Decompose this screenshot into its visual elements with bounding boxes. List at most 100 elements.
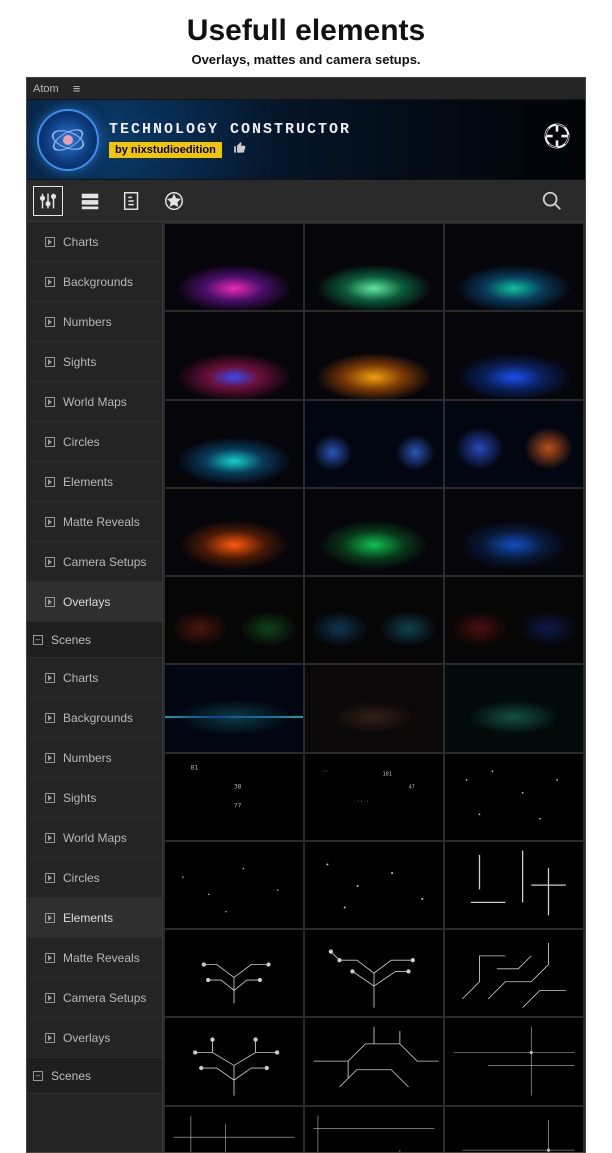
- sidebar-group-scenes[interactable]: –Scenes: [27, 622, 162, 658]
- svg-text:47: 47: [409, 784, 415, 790]
- thumbnail[interactable]: [165, 1018, 303, 1104]
- play-icon: [45, 913, 55, 923]
- thumbnail[interactable]: [445, 842, 583, 928]
- sidebar-item-overlays[interactable]: Overlays: [27, 582, 162, 622]
- hamburger-icon[interactable]: ≡: [73, 81, 81, 96]
- banner-title: TECHNOLOGY CONSTRUCTOR: [109, 121, 351, 138]
- thumbnail[interactable]: [445, 489, 583, 575]
- thumbnail[interactable]: [445, 754, 583, 840]
- thumbnail[interactable]: B13877: [165, 754, 303, 840]
- play-icon: [45, 1033, 55, 1043]
- play-icon: [45, 277, 55, 287]
- sidebar-item-circles[interactable]: Circles: [27, 858, 162, 898]
- thumbnail[interactable]: [165, 665, 303, 751]
- banner: TECHNOLOGY CONSTRUCTOR by nixstudioediti…: [27, 100, 585, 180]
- thumbnail[interactable]: [165, 842, 303, 928]
- play-icon: [45, 993, 55, 1003]
- thumbnail[interactable]: [445, 930, 583, 1016]
- sidebar-item-label: Overlays: [63, 595, 110, 609]
- play-icon: [45, 437, 55, 447]
- thumbs-up-icon[interactable]: [233, 141, 247, 158]
- sidebar-item-label: Overlays: [63, 1031, 110, 1045]
- target-icon[interactable]: [543, 122, 571, 150]
- sidebar-item-backgrounds[interactable]: Backgrounds: [27, 262, 162, 302]
- sidebar-item-label: Matte Reveals: [63, 515, 140, 529]
- play-icon: [45, 237, 55, 247]
- thumbnail-grid[interactable]: B13877..18147.. .: [163, 222, 585, 1152]
- sidebar-item-camera-setups[interactable]: Camera Setups: [27, 542, 162, 582]
- thumbnail[interactable]: [445, 577, 583, 663]
- sidebar-item-sights[interactable]: Sights: [27, 342, 162, 382]
- sidebar-item-label: World Maps: [63, 831, 127, 845]
- sidebar-item-circles[interactable]: Circles: [27, 422, 162, 462]
- thumbnail[interactable]: [445, 312, 583, 398]
- sidebar-item-world-maps[interactable]: World Maps: [27, 382, 162, 422]
- play-icon: [45, 833, 55, 843]
- sidebar-item-matte-reveals[interactable]: Matte Reveals: [27, 938, 162, 978]
- sliders-icon[interactable]: [33, 186, 63, 216]
- thumbnail[interactable]: [165, 401, 303, 487]
- sidebar-item-overlays[interactable]: Overlays: [27, 1018, 162, 1058]
- thumbnail[interactable]: [445, 401, 583, 487]
- thumbnail[interactable]: [305, 224, 443, 310]
- play-icon: [45, 317, 55, 327]
- thumbnail[interactable]: [445, 1018, 583, 1104]
- thumbnail[interactable]: [165, 489, 303, 575]
- sidebar-item-sights[interactable]: Sights: [27, 778, 162, 818]
- svg-text:B1: B1: [191, 764, 199, 771]
- thumbnail[interactable]: [445, 665, 583, 751]
- sidebar-item-numbers[interactable]: Numbers: [27, 738, 162, 778]
- play-icon: [45, 753, 55, 763]
- file-icon[interactable]: [117, 186, 147, 216]
- play-icon: [45, 873, 55, 883]
- menubar: Atom ≡: [27, 78, 585, 100]
- sidebar-item-label: Numbers: [63, 315, 112, 329]
- menu-atom[interactable]: Atom: [33, 83, 59, 95]
- thumbnail[interactable]: [445, 1107, 583, 1153]
- sidebar-group-scenes[interactable]: –Scenes: [27, 1058, 162, 1094]
- sidebar-item-charts[interactable]: Charts: [27, 222, 162, 262]
- search-icon[interactable]: [537, 186, 567, 216]
- thumbnail[interactable]: [305, 1018, 443, 1104]
- sidebar-item-label: Camera Setups: [63, 555, 146, 569]
- play-icon: [45, 517, 55, 527]
- thumbnail[interactable]: [305, 842, 443, 928]
- thumbnail[interactable]: [305, 1107, 443, 1153]
- sidebar-item-elements[interactable]: Elements: [27, 462, 162, 502]
- page-title: Usefull elements: [0, 14, 612, 48]
- thumbnail[interactable]: [445, 224, 583, 310]
- sidebar-item-matte-reveals[interactable]: Matte Reveals: [27, 502, 162, 542]
- play-icon: [45, 713, 55, 723]
- sidebar-item-world-maps[interactable]: World Maps: [27, 818, 162, 858]
- sidebar-item-backgrounds[interactable]: Backgrounds: [27, 698, 162, 738]
- thumbnail[interactable]: [305, 489, 443, 575]
- layers-icon[interactable]: [75, 186, 105, 216]
- star-icon[interactable]: [159, 186, 189, 216]
- thumbnail[interactable]: [165, 1107, 303, 1153]
- thumbnail[interactable]: ..18147.. .: [305, 754, 443, 840]
- play-icon: [45, 357, 55, 367]
- play-icon: [45, 673, 55, 683]
- sidebar-item-camera-setups[interactable]: Camera Setups: [27, 978, 162, 1018]
- sidebar-item-charts[interactable]: Charts: [27, 658, 162, 698]
- sidebar-item-label: Backgrounds: [63, 711, 133, 725]
- play-icon: [45, 397, 55, 407]
- sidebar-item-label: Circles: [63, 871, 100, 885]
- thumbnail[interactable]: [165, 312, 303, 398]
- sidebar-item-elements[interactable]: Elements: [27, 898, 162, 938]
- thumbnail[interactable]: [165, 577, 303, 663]
- sidebar-item-numbers[interactable]: Numbers: [27, 302, 162, 342]
- thumbnail[interactable]: [305, 665, 443, 751]
- thumbnail[interactable]: [305, 577, 443, 663]
- play-icon: [45, 953, 55, 963]
- thumbnail[interactable]: [165, 224, 303, 310]
- thumbnail[interactable]: [165, 930, 303, 1016]
- thumbnail[interactable]: [305, 401, 443, 487]
- sidebar-item-label: Charts: [63, 671, 98, 685]
- thumbnail[interactable]: [305, 930, 443, 1016]
- atom-logo-icon: [37, 109, 99, 171]
- sidebar-item-label: Circles: [63, 435, 100, 449]
- sidebar-item-label: Elements: [63, 475, 113, 489]
- thumbnail[interactable]: [305, 312, 443, 398]
- play-icon: [45, 557, 55, 567]
